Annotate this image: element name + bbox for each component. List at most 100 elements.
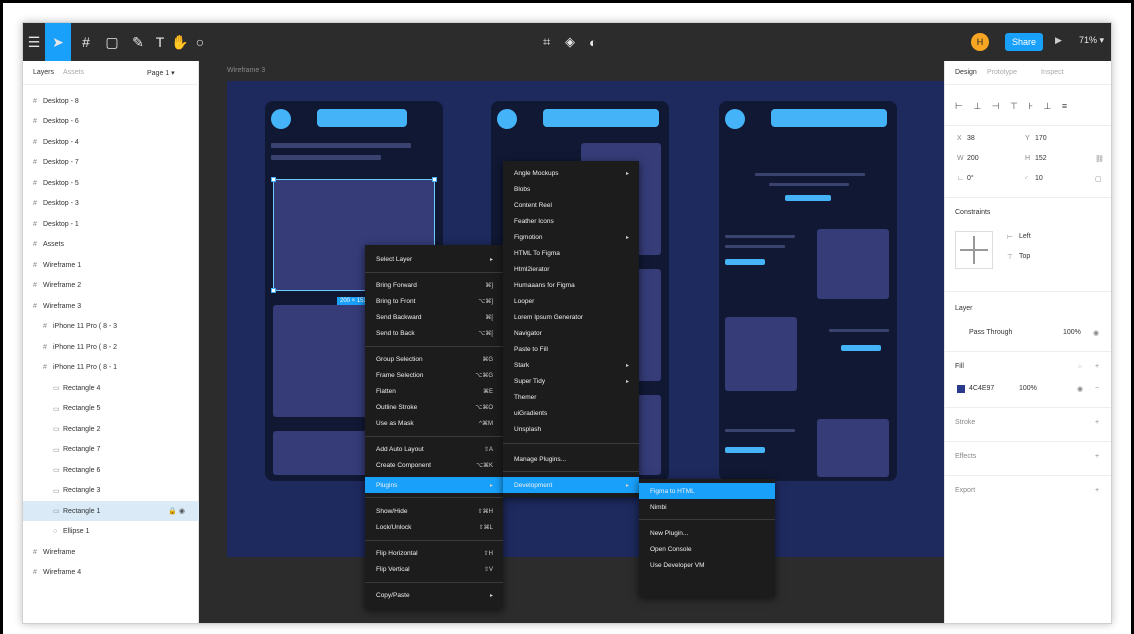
menu-item[interactable]: New Plugin... [639,525,775,541]
constraint-vertical[interactable]: Top [1019,253,1030,260]
constraints-widget[interactable] [955,231,993,269]
independent-corners-icon[interactable]: ▢ [1095,175,1102,183]
lock-visibility-icon[interactable]: 🔒 ◉ [168,507,185,515]
rectangle[interactable] [273,431,373,475]
share-button[interactable]: Share [1005,33,1043,51]
layer-row[interactable]: # Desktop - 7 [23,153,199,173]
menu-item[interactable]: Send to Back ⌥⌘[ [365,325,503,341]
button-shape[interactable] [725,259,765,265]
text-bar[interactable] [829,329,889,332]
layer-row[interactable]: ▭ Rectangle 5 [23,399,199,419]
menu-item[interactable]: Blobs [503,181,639,197]
export-title[interactable]: Export [955,487,975,494]
layer-row[interactable]: ▭ Rectangle 3 [23,481,199,501]
add-fill-icon[interactable]: + [1095,363,1099,370]
text-bar[interactable] [769,183,849,186]
menu-item[interactable]: Super Tidy ▸ [503,373,639,389]
menu-item[interactable]: Select Layer ▸ [365,251,503,267]
present-icon[interactable]: ▶ [1055,35,1062,46]
height-input[interactable]: 152 [1035,155,1047,162]
menu-item[interactable]: Group Selection ⌘G [365,351,503,367]
menu-item[interactable]: Themer [503,389,639,405]
text-bar[interactable] [271,143,411,148]
layer-row[interactable]: # Desktop - 8 [23,91,199,111]
layer-row[interactable]: ▭ Rectangle 4 [23,378,199,398]
layer-row[interactable]: ▭ Rectangle 2 [23,419,199,439]
component-icon[interactable]: ⌗ [543,23,550,61]
frame-tool-icon[interactable]: # [75,23,97,61]
menu-item[interactable]: Manage Plugins... [503,451,639,467]
add-stroke-icon[interactable]: + [1095,419,1099,426]
layer-opacity-input[interactable]: 100% [1063,329,1081,336]
rectangle[interactable] [725,317,797,391]
menu-item[interactable]: Frame Selection ⌥⌘G [365,367,503,383]
button-shape[interactable] [785,195,831,201]
menu-item[interactable]: Show/Hide ⇧⌘H [365,503,503,519]
menu-item[interactable]: Outline Stroke ⌥⌘O [365,399,503,415]
layer-row[interactable]: # Assets [23,235,199,255]
avatar[interactable]: H [971,33,989,51]
menu-item[interactable]: Lorem Ipsum Generator [503,309,639,325]
header-pill[interactable] [317,109,407,127]
fill-hex-input[interactable]: 4C4E97 [969,385,994,392]
layer-row[interactable]: # Wireframe 2 [23,276,199,296]
header-pill[interactable] [543,109,659,127]
menu-item[interactable]: Open Console [639,541,775,557]
menu-item[interactable]: Stark ▸ [503,357,639,373]
layer-row[interactable]: # iPhone 11 Pro ( 8 - 3 [23,317,199,337]
contrast-icon[interactable]: ◐ [589,23,597,61]
header-pill[interactable] [771,109,887,127]
menu-item[interactable]: Feather Icons [503,213,639,229]
layer-row[interactable]: # Desktop - 1 [23,214,199,234]
tab-inspect[interactable]: Inspect [1041,69,1064,76]
menu-item[interactable]: Nimbi [639,499,775,515]
menu-item[interactable]: uiGradients [503,405,639,421]
frame-label[interactable]: Wireframe 3 [227,67,265,74]
width-input[interactable]: 200 [967,155,979,162]
mask-icon[interactable]: ◈ [565,23,575,61]
menu-item[interactable]: Unsplash [503,421,639,437]
layer-row[interactable]: # Wireframe 1 [23,255,199,275]
effects-title[interactable]: Effects [955,453,976,460]
text-bar[interactable] [271,155,381,160]
menu-item[interactable]: Plugins ▸ [365,477,503,493]
constraint-horizontal[interactable]: Left [1019,233,1031,240]
add-export-icon[interactable]: + [1095,487,1099,494]
ellipse[interactable] [725,109,745,129]
button-shape[interactable] [725,447,765,453]
menu-item[interactable]: Paste to Fill [503,341,639,357]
constrain-proportions-icon[interactable]: ⛓ [1095,155,1104,163]
menu-item[interactable]: Humaaans for Figma [503,277,639,293]
blend-mode-dropdown[interactable]: Pass Through [969,329,1012,336]
text-bar[interactable] [725,245,785,248]
layer-row[interactable]: # Desktop - 6 [23,112,199,132]
rectangle[interactable] [817,419,889,477]
menu-item[interactable]: Send Backward ⌘[ [365,309,503,325]
menu-item[interactable]: Create Component ⌥⌘K [365,457,503,473]
ellipse[interactable] [497,109,517,129]
text-bar[interactable] [755,173,865,176]
menu-item[interactable]: Html2ierator [503,261,639,277]
text-bar[interactable] [725,235,795,238]
rectangle[interactable] [273,305,373,417]
button-shape[interactable] [841,345,881,351]
alignment-icons[interactable]: ⊢ ⊥ ⊣ ⊤ ⊦ ⊥ ≡ [955,101,1071,112]
corner-radius-input[interactable]: 10 [1035,175,1043,182]
rotation-input[interactable]: 0° [967,175,974,182]
add-effect-icon[interactable]: + [1095,453,1099,460]
y-input[interactable]: 170 [1035,135,1047,142]
stroke-title[interactable]: Stroke [955,419,975,426]
layer-row[interactable]: # iPhone 11 Pro ( 8 - 1 [23,358,199,378]
menu-item[interactable]: Flip Horizontal ⇧H [365,545,503,561]
menu-item[interactable]: Use as Mask ^⌘M [365,415,503,431]
fill-opacity-input[interactable]: 100% [1019,385,1037,392]
pen-tool-icon[interactable]: ✎ [127,23,149,61]
layer-row[interactable]: # Wireframe [23,542,199,562]
tab-assets[interactable]: Assets [63,69,84,76]
resize-handle[interactable] [432,177,437,182]
layer-row[interactable]: # Desktop - 4 [23,132,199,152]
zoom-dropdown[interactable]: 71% ▾ [1079,35,1104,46]
menu-item[interactable]: Copy/Paste ▸ [365,587,503,603]
remove-fill-icon[interactable]: − [1095,385,1099,392]
hand-tool-icon[interactable]: ✋ [171,23,189,61]
